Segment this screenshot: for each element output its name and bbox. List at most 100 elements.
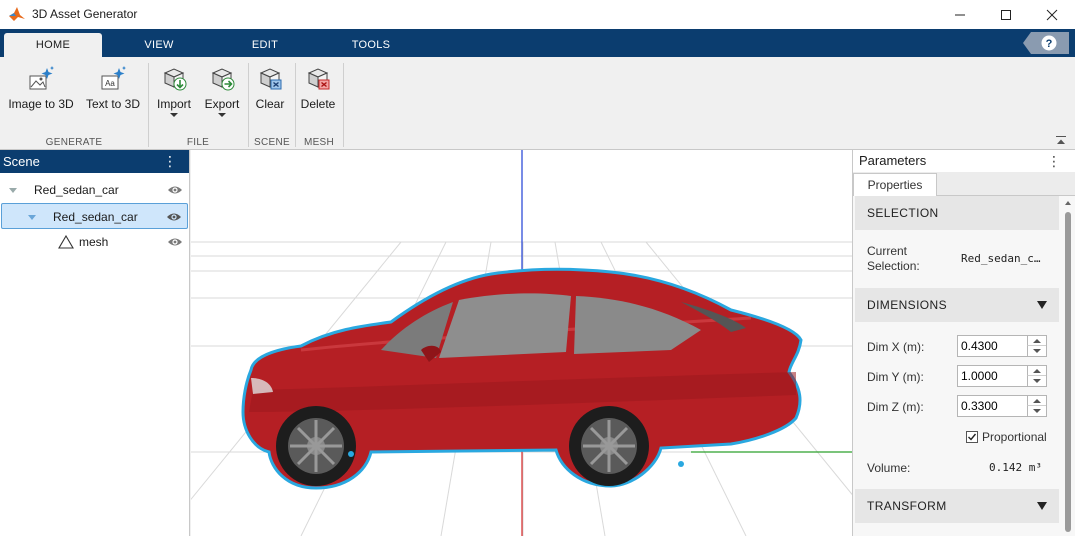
- section-dimensions-header[interactable]: DIMENSIONS: [855, 288, 1059, 322]
- dim-y-spinner[interactable]: [957, 365, 1047, 387]
- mesh-triangle-icon: [58, 235, 74, 249]
- matlab-logo-icon: [9, 7, 25, 21]
- tab-home[interactable]: HOME: [4, 33, 102, 57]
- delete-button[interactable]: Delete: [298, 65, 338, 111]
- dim-x-input[interactable]: [958, 336, 1028, 356]
- parameters-scrollbar[interactable]: [1063, 196, 1073, 536]
- dim-y-increment[interactable]: [1027, 366, 1046, 376]
- group-label-scene: SCENE: [254, 137, 290, 148]
- section-dimensions-title: DIMENSIONS: [867, 298, 948, 312]
- dim-x-decrement[interactable]: [1027, 346, 1046, 356]
- import-button[interactable]: Import: [152, 65, 196, 117]
- dim-x-increment[interactable]: [1027, 336, 1046, 346]
- clear-label: Clear: [255, 97, 285, 111]
- proportional-checkbox[interactable]: [966, 431, 978, 443]
- group-separator: [295, 63, 296, 147]
- text-to-3d-button[interactable]: Aa Text to 3D: [82, 65, 144, 111]
- dim-y-decrement[interactable]: [1027, 376, 1046, 386]
- import-label: Import: [156, 97, 191, 111]
- tab-edit[interactable]: EDIT: [216, 33, 314, 57]
- group-separator: [343, 63, 344, 147]
- section-selection-title: SELECTION: [867, 206, 939, 220]
- volume-value: 0.142 m³: [989, 461, 1042, 474]
- section-selection-header: SELECTION: [855, 196, 1059, 230]
- collapse-arrow-icon[interactable]: [1037, 502, 1047, 510]
- 3d-viewport[interactable]: [191, 150, 852, 536]
- checkmark-icon: [968, 433, 977, 441]
- current-selection-label: Current Selection:: [867, 244, 920, 273]
- text-to-3d-label: Text to 3D: [85, 97, 141, 111]
- minimize-icon: [955, 14, 965, 15]
- clear-button[interactable]: Clear: [252, 65, 288, 111]
- parameters-panel: Parameters ⋮ Properties SELECTION Curren…: [852, 150, 1075, 536]
- scroll-up-icon[interactable]: [1063, 198, 1073, 208]
- collapse-arrow-icon[interactable]: [1037, 301, 1047, 309]
- delete-mesh-icon: [307, 68, 330, 90]
- maximize-icon: [1001, 9, 1011, 20]
- export-icon: [211, 68, 235, 91]
- help-icon: ?: [1046, 38, 1053, 50]
- expand-triangle-icon[interactable]: [9, 188, 17, 193]
- image-to-3d-icon: [29, 66, 54, 90]
- scene-panel: Scene ⋮ Red_sedan_car Red_sedan_car mesh: [0, 150, 190, 536]
- dim-y-label: Dim Y (m):: [867, 370, 924, 384]
- tab-tools[interactable]: TOOLS: [322, 33, 420, 57]
- parameters-panel-header: Parameters ⋮: [853, 150, 1075, 172]
- arrow-up-icon: [1033, 368, 1041, 373]
- proportional-label: Proportional: [982, 430, 1047, 444]
- ribbon-toolstrip: Image to 3D Aa Text to 3D Import Export …: [0, 57, 1075, 150]
- 3d-scene-canvas[interactable]: [191, 150, 852, 536]
- visibility-eye-icon[interactable]: [166, 211, 182, 223]
- scene-panel-title: Scene: [3, 154, 40, 169]
- delete-label: Delete: [300, 97, 336, 111]
- dim-x-spinner[interactable]: [957, 335, 1047, 357]
- image-to-3d-button[interactable]: Image to 3D: [4, 65, 78, 111]
- close-icon: [1046, 9, 1058, 20]
- help-button[interactable]: ?: [1023, 32, 1069, 54]
- scene-panel-header: Scene ⋮: [0, 150, 189, 173]
- visibility-eye-icon[interactable]: [167, 236, 183, 248]
- dim-z-decrement[interactable]: [1027, 406, 1046, 416]
- dim-z-label: Dim Z (m):: [867, 400, 924, 414]
- minimize-button[interactable]: [937, 0, 983, 29]
- tab-view[interactable]: VIEW: [110, 33, 208, 57]
- arrow-down-icon: [1033, 379, 1041, 383]
- scene-tree-item-label: Red_sedan_car: [53, 210, 138, 224]
- dim-x-label: Dim X (m):: [867, 340, 925, 354]
- scene-tree-item-label: Red_sedan_car: [34, 183, 119, 197]
- tab-properties[interactable]: Properties: [853, 173, 937, 196]
- scene-tree-item[interactable]: mesh: [0, 229, 189, 255]
- dim-z-input[interactable]: [958, 396, 1028, 416]
- dim-z-spinner[interactable]: [957, 395, 1047, 417]
- group-separator: [148, 63, 149, 147]
- export-label: Export: [204, 97, 240, 111]
- visibility-eye-icon[interactable]: [167, 184, 183, 196]
- scene-tree-item[interactable]: Red_sedan_car: [0, 177, 189, 203]
- group-label-mesh: MESH: [303, 137, 335, 148]
- group-label-file: FILE: [186, 137, 210, 148]
- current-selection-value: Red_sedan_c…: [961, 252, 1041, 265]
- arrow-down-icon: [1033, 349, 1041, 353]
- text-to-3d-icon: Aa: [101, 66, 126, 90]
- dim-z-increment[interactable]: [1027, 396, 1046, 406]
- maximize-button[interactable]: [983, 0, 1029, 29]
- parameters-panel-menu-icon[interactable]: ⋮: [1047, 150, 1061, 172]
- window-title: 3D Asset Generator: [32, 7, 138, 21]
- close-button[interactable]: [1029, 0, 1075, 29]
- export-button[interactable]: Export: [200, 65, 244, 117]
- scene-tree-item-label: mesh: [79, 235, 109, 249]
- section-transform-header[interactable]: TRANSFORM: [855, 489, 1059, 523]
- scrollbar-thumb[interactable]: [1065, 212, 1071, 532]
- scene-panel-menu-icon[interactable]: ⋮: [163, 150, 177, 173]
- clear-scene-icon: [259, 68, 282, 90]
- arrow-up-icon: [1033, 338, 1041, 343]
- arrow-down-icon: [1033, 409, 1041, 413]
- ribbon-tab-strip: HOME VIEW EDIT TOOLS: [0, 29, 1075, 57]
- export-dropdown-icon[interactable]: [218, 113, 226, 117]
- section-transform-title: TRANSFORM: [867, 499, 947, 513]
- expand-triangle-icon[interactable]: [28, 215, 36, 220]
- import-dropdown-icon[interactable]: [170, 113, 178, 117]
- scene-tree-item-selected[interactable]: Red_sedan_car: [1, 203, 188, 229]
- dim-y-input[interactable]: [958, 366, 1028, 386]
- collapse-ribbon-icon[interactable]: [1055, 135, 1067, 145]
